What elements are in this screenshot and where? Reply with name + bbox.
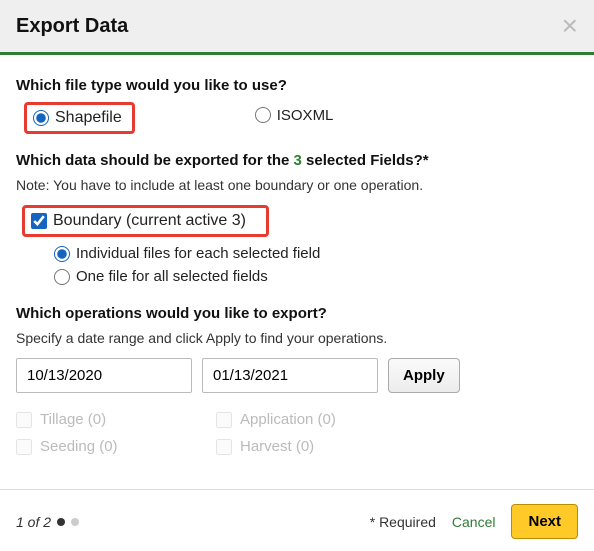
op-harvest-label: Harvest (0) [240,438,314,455]
required-note: * Required [370,514,436,530]
selected-count: 3 [294,152,302,169]
dialog-title: Export Data [16,15,128,38]
one-file-radio[interactable] [54,269,70,285]
filetype-question: Which file type would you like to use? [16,77,578,94]
boundary-checkbox[interactable] [31,213,47,229]
op-harvest-checkbox [216,439,232,455]
pager-dot-1[interactable] [57,518,65,526]
filetype-shapefile-label: Shapefile [55,109,122,127]
close-icon[interactable]: × [562,12,578,40]
op-seeding: Seeding (0) [16,438,196,455]
pager-text: 1 of 2 [16,514,51,530]
op-harvest: Harvest (0) [216,438,396,455]
filetype-shapefile-radio[interactable] [33,110,49,126]
data-note: Note: You have to include at least one b… [16,177,578,193]
one-file-label: One file for all selected fields [76,268,268,285]
boundary-sub-options: Individual files for each selected field… [54,245,578,285]
filetype-section: Which file type would you like to use? S… [16,77,578,134]
op-application-label: Application (0) [240,411,336,428]
op-tillage-label: Tillage (0) [40,411,106,428]
pager-dot-2[interactable] [71,518,79,526]
date-range-row: Apply [16,358,578,393]
one-file-option[interactable]: One file for all selected fields [54,268,578,285]
filetype-isoxml-radio[interactable] [255,107,271,123]
op-application: Application (0) [216,411,396,428]
operations-question: Which operations would you like to expor… [16,305,578,322]
cancel-button[interactable]: Cancel [452,514,496,530]
operations-section: Which operations would you like to expor… [16,305,578,455]
pager: 1 of 2 [16,514,79,530]
filetype-shapefile-option[interactable]: Shapefile [24,102,135,134]
op-tillage-checkbox [16,412,32,428]
date-start-input[interactable] [16,358,192,393]
individual-files-option[interactable]: Individual files for each selected field [54,245,578,262]
date-end-input[interactable] [202,358,378,393]
dialog-footer: 1 of 2 * Required Cancel Next [0,489,594,551]
data-question: Which data should be exported for the 3 … [16,152,578,169]
dialog-header: Export Data × [0,0,594,55]
apply-button[interactable]: Apply [388,358,460,393]
data-section: Which data should be exported for the 3 … [16,152,578,285]
op-tillage: Tillage (0) [16,411,196,428]
footer-actions: * Required Cancel Next [370,504,578,539]
op-seeding-label: Seeding (0) [40,438,118,455]
boundary-label: Boundary (current active 3) [53,212,246,230]
next-button[interactable]: Next [511,504,578,539]
filetype-isoxml-option[interactable]: ISOXML [255,102,334,128]
op-application-checkbox [216,412,232,428]
filetype-options: Shapefile ISOXML [16,102,578,134]
individual-files-radio[interactable] [54,246,70,262]
dialog-content: Which file type would you like to use? S… [0,55,594,489]
op-seeding-checkbox [16,439,32,455]
boundary-option[interactable]: Boundary (current active 3) [22,205,269,237]
filetype-isoxml-label: ISOXML [277,107,334,124]
operations-grid: Tillage (0) Application (0) Seeding (0) … [16,411,396,455]
operations-note: Specify a date range and click Apply to … [16,330,578,346]
individual-files-label: Individual files for each selected field [76,245,320,262]
